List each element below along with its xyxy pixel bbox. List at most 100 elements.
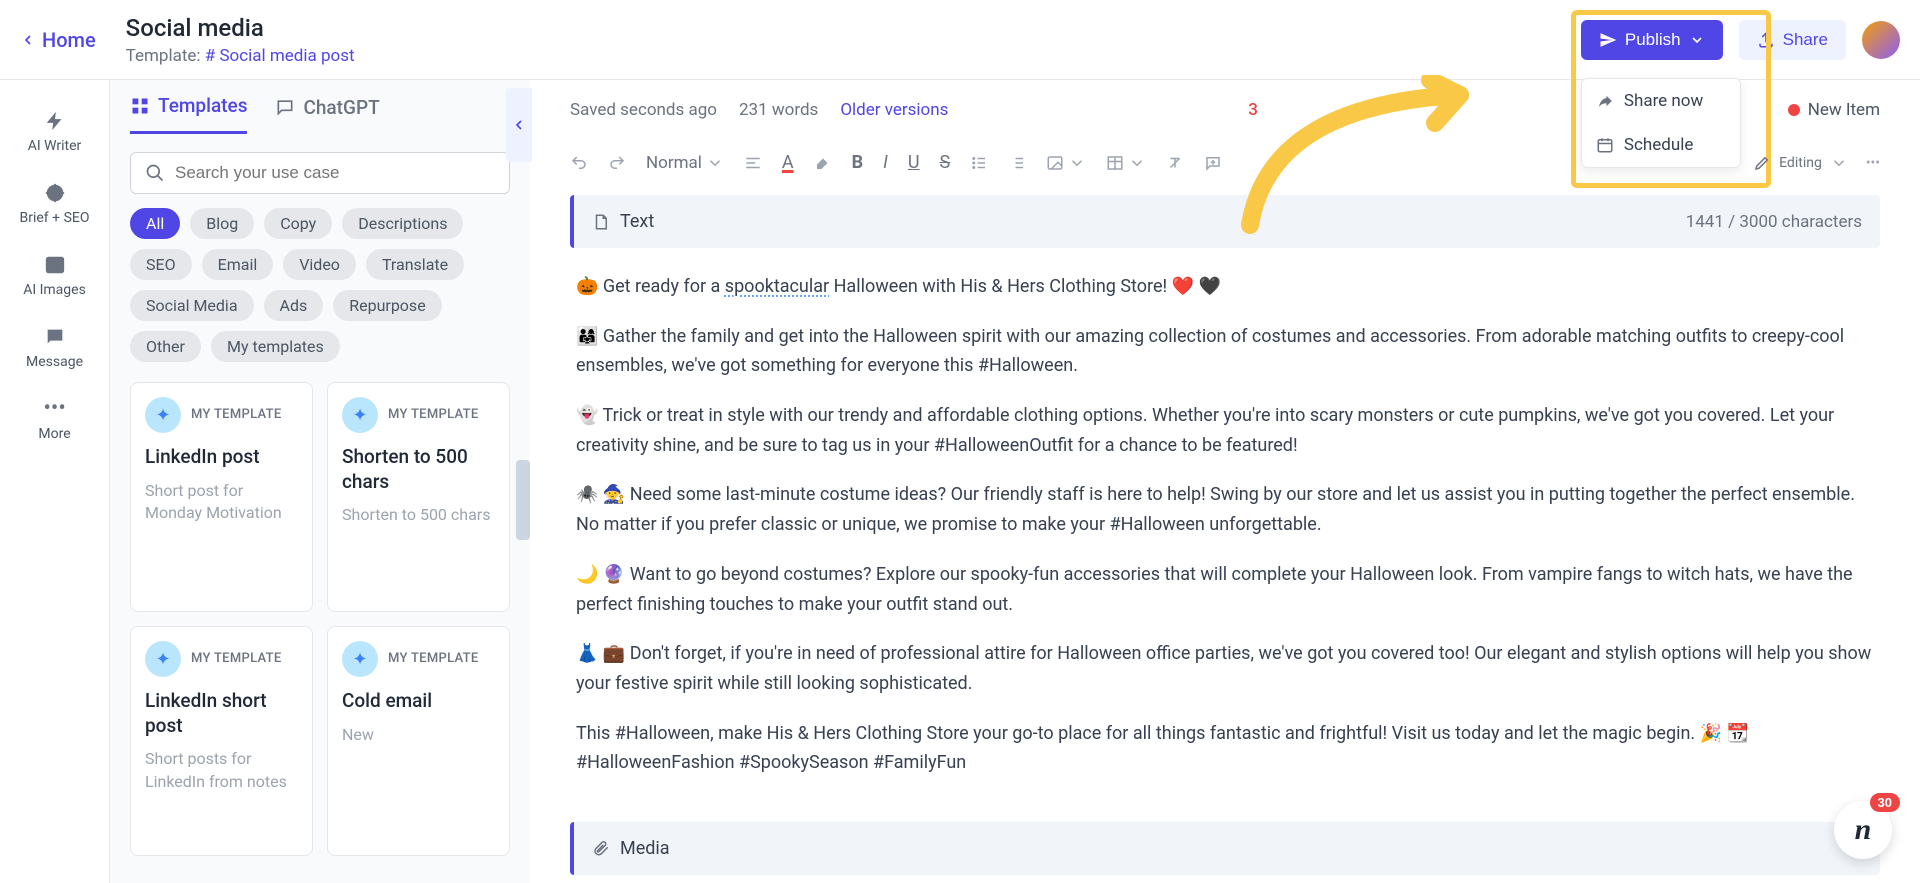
tab-templates[interactable]: Templates [130,94,247,134]
block-label: Text [620,211,654,232]
publish-label: Publish [1625,30,1681,50]
item-status[interactable]: New Item [1788,100,1880,120]
chip-video[interactable]: Video [283,249,356,280]
number-list-button[interactable] [1008,154,1026,172]
home-link[interactable]: Home [20,28,96,52]
chip-repurpose[interactable]: Repurpose [333,290,441,321]
search-box[interactable] [130,152,510,194]
heading-select[interactable]: Normal [646,153,724,173]
paragraph[interactable]: 🎃 Get ready for a spooktacular Halloween… [576,272,1874,302]
template-card[interactable]: ✦MY TEMPLATE Cold email New [327,626,510,856]
image-icon [1046,154,1064,172]
paragraph[interactable]: 👻 Trick or treat in style with our trend… [576,401,1874,460]
paragraph[interactable]: 🕷️ 🧙 Need some last-minute costume ideas… [576,480,1874,539]
bullet-list-button[interactable] [970,154,988,172]
search-input[interactable] [175,163,495,183]
target-icon [44,182,66,204]
card-badge: MY TEMPLATE [191,651,282,668]
chip-all[interactable]: All [130,208,180,239]
search-icon [145,163,165,183]
sparkle-icon: ✦ [342,641,378,677]
spellcheck-underline: spooktacular [725,276,829,297]
collapse-sidebar-button[interactable] [506,88,532,162]
insert-table-button[interactable] [1106,154,1146,172]
card-desc: New [342,724,495,746]
editor-statusbar: Saved seconds ago 231 words Older versio… [570,100,1880,120]
rail-brief-seo[interactable]: Brief + SEO [0,168,109,240]
rail-more[interactable]: ••• More [0,384,109,456]
chip-translate[interactable]: Translate [366,249,464,280]
bold-button[interactable]: B [852,152,864,173]
card-desc: Short post for Monday Motivation [145,480,298,525]
saved-status: Saved seconds ago [570,100,717,120]
card-title: LinkedIn short post [145,689,298,738]
chevron-left-icon [511,117,527,133]
chip-seo[interactable]: SEO [130,249,192,280]
send-icon [1599,31,1617,49]
sparkle-icon: ✦ [145,397,181,433]
scrollbar-thumb[interactable] [516,460,530,540]
templates-sidebar: Templates ChatGPT All Blog Copy Descript… [110,80,530,883]
char-count: 1441 / 3000 characters [1686,212,1862,232]
align-left-icon [744,154,762,172]
add-attachments-button[interactable]: Add attachments [570,875,1880,883]
align-button[interactable] [744,154,762,172]
notifications-button[interactable]: n 30 [1834,801,1892,859]
home-label: Home [42,28,96,52]
insert-image-button[interactable] [1046,154,1086,172]
templates-grid: ✦MY TEMPLATE LinkedIn post Short post fo… [110,362,530,876]
undo-button[interactable] [570,154,588,172]
template-link[interactable]: # Social media post [205,46,355,66]
chip-social-media[interactable]: Social Media [130,290,254,321]
chip-ads[interactable]: Ads [264,290,324,321]
editor-content[interactable]: 🎃 Get ready for a spooktacular Halloween… [570,248,1880,822]
mode-select[interactable]: Editing ••• [1753,154,1880,172]
text-color-button[interactable]: A [782,152,794,173]
status-dot-icon [1788,104,1800,116]
chip-blog[interactable]: Blog [190,208,254,239]
paragraph[interactable]: 👨‍👩‍👧 Gather the family and get into the… [576,322,1874,381]
italic-button[interactable]: I [883,152,888,173]
more-icon[interactable]: ••• [1866,155,1880,171]
template-card[interactable]: ✦MY TEMPLATE Shorten to 500 chars Shorte… [327,382,510,612]
highlight-button[interactable] [814,154,832,172]
chevron-left-icon [20,32,36,48]
publish-button[interactable]: Publish [1581,20,1723,60]
grid-icon [130,96,150,116]
rail-ai-writer[interactable]: AI Writer [0,96,109,168]
paragraph[interactable]: 👗 💼 Don't forget, if you're in need of p… [576,639,1874,698]
text-block-header: Text 1441 / 3000 characters [570,195,1880,248]
chip-my-templates[interactable]: My templates [211,331,340,362]
older-versions-link[interactable]: Older versions [840,100,948,120]
chip-other[interactable]: Other [130,331,201,362]
template-label: Template: [126,46,201,66]
notification-count: 3 [1248,100,1258,120]
template-card[interactable]: ✦MY TEMPLATE LinkedIn post Short post fo… [130,382,313,612]
comment-button[interactable] [1204,154,1222,172]
chip-copy[interactable]: Copy [264,208,332,239]
user-avatar[interactable] [1862,21,1900,59]
clear-format-button[interactable] [1166,154,1184,172]
lightning-icon [44,110,66,132]
table-icon [1106,154,1124,172]
format-toolbar: Normal A B I U S Editing ••• [570,142,1880,195]
redo-button[interactable] [608,154,626,172]
app-letter: n [1855,813,1872,847]
chip-email[interactable]: Email [202,249,274,280]
share-button[interactable]: Share [1739,20,1846,60]
template-card[interactable]: ✦MY TEMPLATE LinkedIn short post Short p… [130,626,313,856]
sparkle-icon: ✦ [145,641,181,677]
rail-ai-images[interactable]: AI Images [0,240,109,312]
top-header: Home Social media Template: # Social med… [0,0,1920,80]
clear-format-icon [1166,154,1184,172]
paragraph[interactable]: This #Halloween, make His & Hers Clothin… [576,719,1874,778]
chevron-down-icon [1128,154,1146,172]
chip-descriptions[interactable]: Descriptions [342,208,463,239]
tab-chatgpt[interactable]: ChatGPT [275,94,379,134]
paragraph[interactable]: 🌙 🔮 Want to go beyond costumes? Explore … [576,560,1874,619]
strike-button[interactable]: S [940,152,951,173]
rail-message[interactable]: Message [0,312,109,384]
message-icon [44,326,66,348]
more-icon: ••• [44,398,66,420]
underline-button[interactable]: U [908,152,920,173]
